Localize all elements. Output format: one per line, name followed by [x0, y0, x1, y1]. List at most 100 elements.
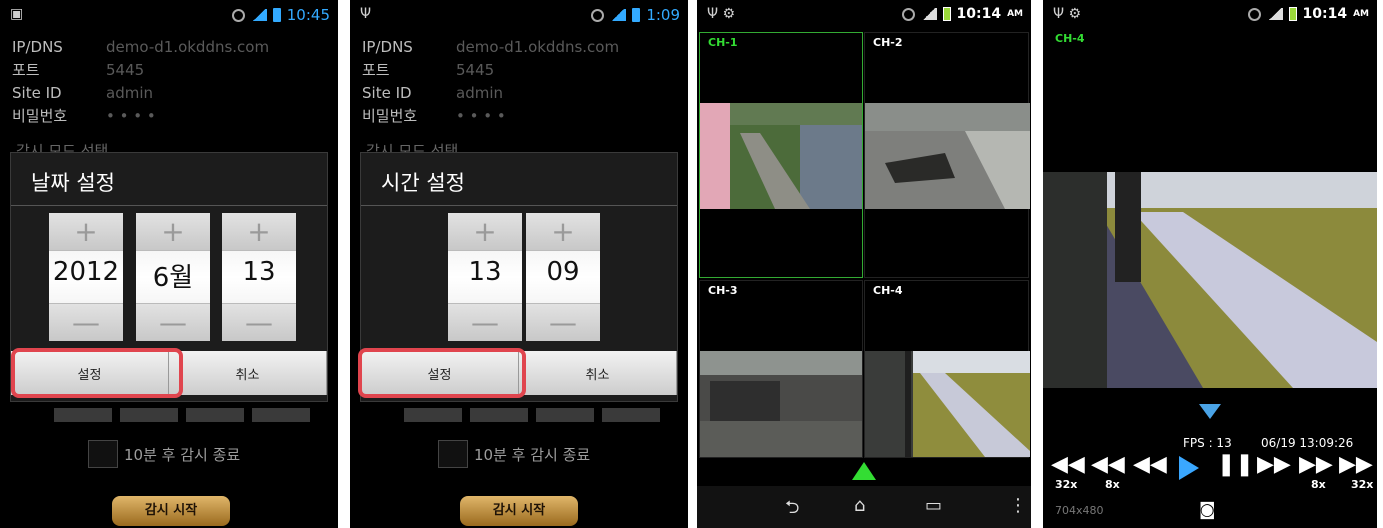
- status-time: 10:14: [956, 6, 1002, 22]
- increment-button[interactable]: +: [49, 213, 123, 251]
- channel-label: CH-2: [873, 36, 903, 49]
- signal-icon: [610, 9, 627, 21]
- highlight-box: [11, 348, 183, 398]
- channel-tile[interactable]: CH-2: [864, 32, 1030, 278]
- rewind-8x-label: 8x: [1105, 478, 1120, 491]
- auto-stop-checkbox[interactable]: [88, 440, 118, 468]
- ip-value: demo-d1.okddns.com: [456, 38, 620, 56]
- signal-icon: [920, 8, 937, 20]
- dialog-title: 시간 설정: [381, 171, 465, 195]
- increment-button[interactable]: +: [222, 213, 296, 251]
- port-label: 포트: [12, 61, 40, 79]
- fast-forward-8x-icon[interactable]: ▶▶: [1299, 452, 1333, 477]
- connection-info: IP/DNS demo-d1.okddns.com 포트 5445 Site ID a…: [12, 36, 269, 128]
- channel-tile[interactable]: CH-1: [699, 32, 863, 278]
- play-icon[interactable]: [1179, 456, 1199, 480]
- password-label: 비밀번호: [362, 107, 418, 125]
- alarm-icon: [591, 8, 605, 22]
- camera-feed[interactable]: [1043, 172, 1377, 388]
- image-icon: ▣: [10, 6, 24, 22]
- usb-icon: Ψ ⚙: [707, 6, 736, 22]
- fast-forward-icon[interactable]: ▶▶: [1257, 452, 1291, 477]
- status-bar: ▣ 10:45: [0, 0, 338, 30]
- increment-button[interactable]: +: [136, 213, 210, 251]
- year-value: 2012: [52, 257, 120, 287]
- fast-forward-32x-label: 32x: [1351, 478, 1374, 491]
- auto-stop-label: 10분 후 감시 종료: [474, 446, 591, 464]
- ip-label: IP/DNS: [362, 38, 413, 56]
- dialog-title: 날짜 설정: [31, 171, 115, 195]
- camera-feed: [700, 103, 862, 209]
- site-id-label: Site ID: [362, 84, 412, 102]
- camera-snapshot-icon[interactable]: ◙: [1199, 500, 1216, 520]
- quad-view-screen: Ψ ⚙ 10:14 AM CH-1 CH-2 CH-3 CH-4 ⮌ ⌂ ▭ ⋮: [697, 0, 1031, 528]
- battery-icon: [942, 7, 951, 21]
- auto-stop-label: 10분 후 감시 종료: [124, 446, 241, 464]
- increment-button[interactable]: +: [526, 213, 600, 251]
- decrement-button[interactable]: —: [222, 303, 296, 341]
- recent-apps-icon[interactable]: ▭: [925, 495, 942, 516]
- usb-icon: Ψ: [360, 6, 372, 22]
- signal-icon: [250, 9, 267, 21]
- back-icon[interactable]: ⮌: [785, 495, 799, 525]
- timestamp: 06/19 13:09:26: [1261, 436, 1354, 450]
- status-time: 10:45: [286, 6, 330, 24]
- increment-button[interactable]: +: [448, 213, 522, 251]
- rewind-icon[interactable]: ◀◀: [1133, 452, 1167, 477]
- day-spinner[interactable]: + 13 —: [222, 213, 296, 341]
- hour-spinner[interactable]: + 13 —: [448, 213, 522, 341]
- decrement-button[interactable]: —: [136, 303, 210, 341]
- usb-icon: Ψ ⚙: [1053, 6, 1082, 22]
- single-view-screen: Ψ ⚙ 10:14 AM CH-4 FPS : 13 06/19 13:09:2…: [1043, 0, 1377, 528]
- camera-feed: [865, 351, 1030, 457]
- decrement-button[interactable]: —: [448, 303, 522, 341]
- ip-value: demo-d1.okddns.com: [106, 38, 270, 56]
- connection-info: IP/DNS demo-d1.okddns.com 포트 5445 Site ID a…: [362, 36, 619, 128]
- expand-menu-arrow-icon[interactable]: [852, 462, 876, 480]
- auto-stop-checkbox[interactable]: [438, 440, 468, 468]
- hour-value: 13: [468, 257, 502, 287]
- fast-forward-8x-label: 8x: [1311, 478, 1326, 491]
- day-value: 13: [242, 257, 276, 287]
- collapse-arrow-icon[interactable]: [1199, 404, 1221, 419]
- highlight-box: [358, 348, 526, 398]
- alarm-icon: [231, 8, 245, 22]
- cancel-button[interactable]: 취소: [169, 351, 327, 395]
- divider: [361, 205, 677, 206]
- minute-spinner[interactable]: + 09 —: [526, 213, 600, 341]
- rewind-32x-icon[interactable]: ◀◀: [1051, 452, 1085, 477]
- site-id-label: Site ID: [12, 84, 62, 102]
- port-value: 5445: [106, 61, 145, 79]
- start-monitoring-button[interactable]: 감시 시작: [112, 496, 230, 526]
- password-label: 비밀번호: [12, 107, 68, 125]
- channel-tile[interactable]: CH-3: [699, 280, 863, 458]
- site-id-value: admin: [106, 84, 153, 102]
- home-icon[interactable]: ⌂: [854, 495, 865, 516]
- status-ampm: AM: [1007, 9, 1023, 19]
- pause-icon[interactable]: ❚❚: [1217, 452, 1254, 477]
- month-spinner[interactable]: + 6월 —: [136, 213, 210, 341]
- start-monitoring-button[interactable]: 감시 시작: [460, 496, 578, 526]
- sync-icon: [1247, 7, 1261, 21]
- camera-feed: [865, 103, 1030, 209]
- date-setting-screen: ▣ 10:45 IP/DNS demo-d1.okddns.com 포트 5445 …: [0, 0, 338, 528]
- status-time: 1:09: [646, 6, 680, 24]
- cancel-button[interactable]: 취소: [519, 351, 677, 395]
- fast-forward-32x-icon[interactable]: ▶▶: [1339, 452, 1373, 477]
- month-value: 6월: [152, 263, 194, 293]
- decrement-button[interactable]: —: [49, 303, 123, 341]
- signal-icon: [1266, 8, 1283, 20]
- channel-label: CH-4: [873, 284, 903, 297]
- status-bar: Ψ ⚙ 10:14 AM: [697, 0, 1031, 30]
- rewind-8x-icon[interactable]: ◀◀: [1091, 452, 1125, 477]
- year-spinner[interactable]: + 2012 —: [49, 213, 123, 341]
- rewind-32x-label: 32x: [1055, 478, 1078, 491]
- menu-icon[interactable]: ⋮: [1009, 495, 1027, 516]
- battery-icon: [272, 8, 281, 22]
- channel-tile[interactable]: CH-4: [864, 280, 1030, 458]
- decrement-button[interactable]: —: [526, 303, 600, 341]
- time-setting-screen: Ψ 1:09 IP/DNS demo-d1.okddns.com 포트 5445 S…: [350, 0, 688, 528]
- status-time: 10:14: [1302, 6, 1348, 22]
- camera-feed: [700, 351, 862, 457]
- password-value: • • • •: [456, 107, 506, 125]
